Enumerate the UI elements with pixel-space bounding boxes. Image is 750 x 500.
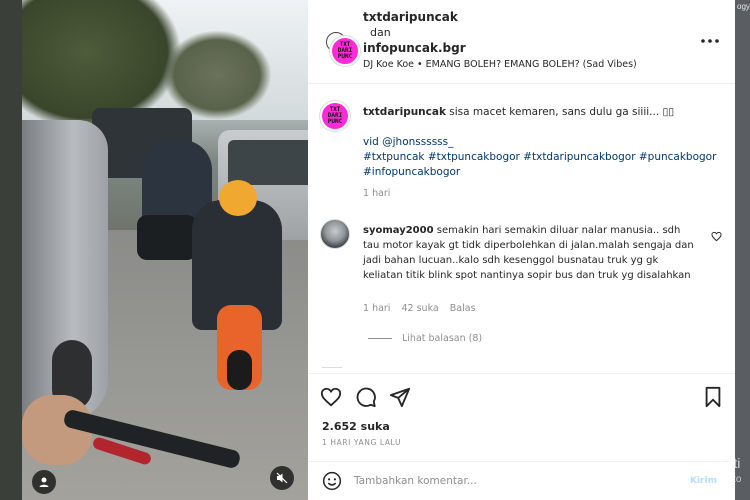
audio-track-link[interactable]: DJ Koe Koe • EMANG BOLEH? EMANG BOLEH? (… [363,59,637,70]
user-icon [39,477,49,487]
video-motorbike [137,215,197,260]
speaker-muted-icon [276,472,288,484]
caption-username[interactable]: txtdaripuncak [363,106,446,118]
view-replies-button[interactable]: Lihat balasan (8) [368,333,482,344]
video-car [22,120,108,420]
author-avatar[interactable]: TXT DARI PUNC [330,36,360,66]
video-credit[interactable]: vid @jhonssssss_ [363,135,723,150]
video-helmet [219,180,257,216]
background-right [735,0,750,500]
background-left [0,0,22,500]
background-corner-text: ogy [737,2,750,11]
post-comment-button[interactable]: Kirim [690,476,717,486]
likes-number: 2.652 [322,420,357,433]
caption-body: txtdaripuncak sisa macet kemaren, sans d… [363,105,723,201]
heart-icon [711,231,722,242]
likes-label: suka [360,420,390,433]
view-replies-label: Lihat balasan (8) [402,333,483,344]
reply-button[interactable]: Balas [450,303,476,314]
author-username[interactable]: txtdaripuncak [363,10,458,24]
hashtags[interactable]: #txtpuncak #txtpuncakbogor #txtdaripunca… [363,150,723,165]
comment-body: syomay2000 semakin hari semakin diluar n… [363,223,698,283]
likes-count[interactable]: 2.652 suka [322,420,390,433]
collab-username[interactable]: infopuncak.bgr [363,41,466,55]
avatar-text: TXT DARI PUNC [327,106,343,125]
add-comment-bar: Kirim [308,461,735,500]
paper-plane-icon [389,387,411,408]
comment-button[interactable] [355,386,377,408]
video-car-window [228,140,308,185]
post-video[interactable] [22,0,308,500]
save-button[interactable] [702,386,724,408]
post-date: 1 HARI YANG LALU [322,438,402,447]
caption-author-avatar[interactable]: TXT DARI PUNC [320,101,350,131]
avatar-text: TXT DARI PUNC [337,41,353,60]
commenter-avatar[interactable] [320,219,350,249]
more-options-button[interactable] [700,34,720,48]
post-actions: 2.652 suka 1 HARI YANG LALU [308,373,735,453]
more-horizontal-icon [701,39,719,43]
caption-time: 1 hari [363,188,391,199]
comment-time: 1 hari [363,303,391,314]
heart-icon [320,387,342,407]
comment-likes[interactable]: 42 suka [401,303,438,314]
hashtags[interactable]: #infopuncakbogor [363,165,723,180]
video-tyre [227,350,252,390]
emoji-icon [322,471,342,491]
collab-joiner: dan [370,26,391,39]
video-motorbike [217,305,262,390]
mute-button[interactable] [270,466,294,490]
post-header: TXT DARI PUNC txtdaripuncak dan infopunc… [308,0,735,84]
video-trees [162,30,272,120]
comments-section[interactable]: TXT DARI PUNC txtdaripuncak sisa macet k… [308,85,735,373]
comment-username[interactable]: syomay2000 [363,225,434,236]
caption-text: sisa macet kemaren, sans dulu ga siiii..… [449,106,675,118]
bookmark-icon [705,386,721,408]
share-button[interactable] [389,386,411,408]
comment-meta-row: 1 hari 42 suka Balas [363,303,484,314]
tagged-users-button[interactable] [32,470,56,494]
post-details-panel: TXT DARI PUNC txtdaripuncak dan infopunc… [308,0,735,500]
comment-input[interactable] [354,472,674,490]
activate-windows-watermark: Acti [717,455,741,471]
replies-divider [368,338,392,339]
like-comment-button[interactable] [711,227,725,242]
activate-windows-watermark-sub: Go to [717,474,742,485]
like-button[interactable] [320,386,342,408]
emoji-button[interactable] [322,471,342,491]
comment-bubble-icon [356,387,376,408]
